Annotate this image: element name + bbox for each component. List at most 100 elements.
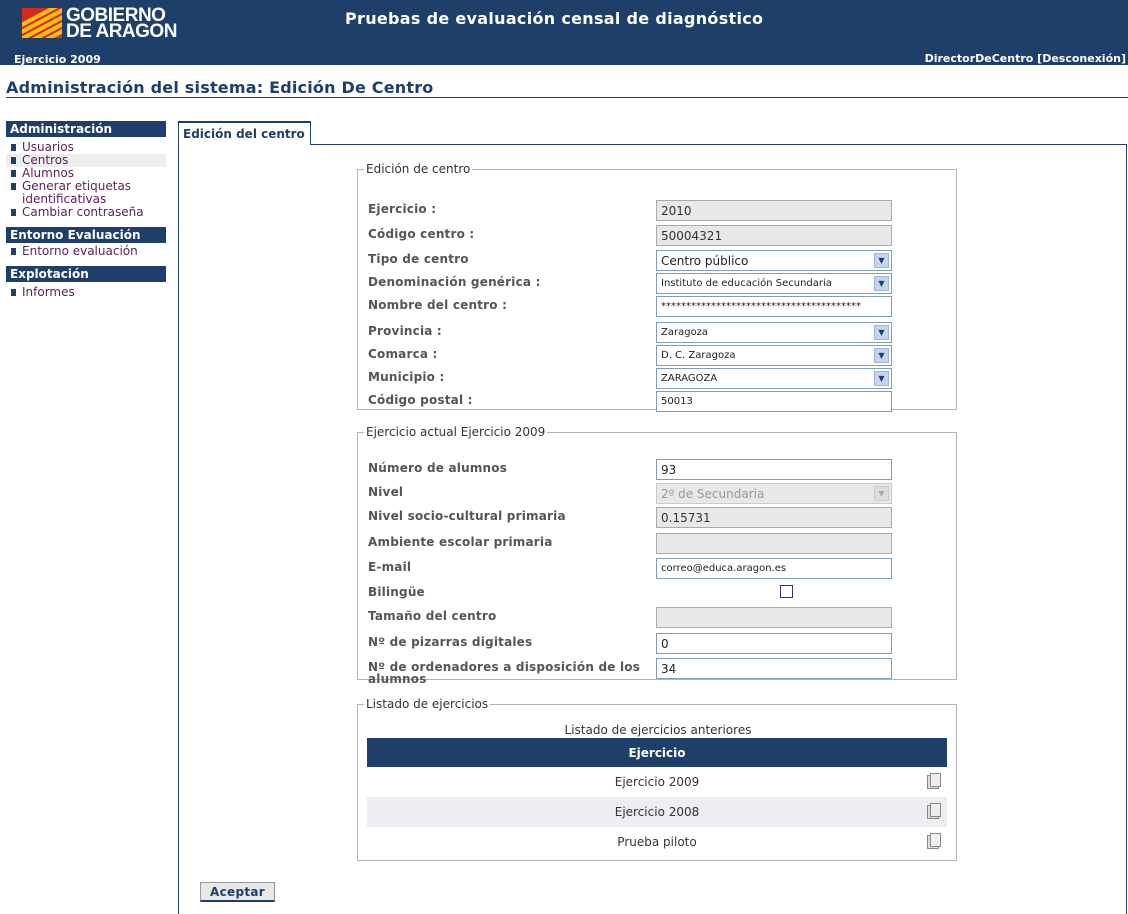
exercise-name: Ejercicio 2008 xyxy=(614,805,700,819)
field-label: Código centro : xyxy=(368,227,475,241)
tab-edicion-centro[interactable]: Edición del centro xyxy=(178,121,311,145)
row-pizarras: Nº de pizarras digitales 0 xyxy=(368,633,948,655)
bullet-icon xyxy=(11,157,16,164)
sidebar-item-informes[interactable]: Informes xyxy=(6,286,166,299)
field-label: Número de alumnos xyxy=(368,461,508,475)
row-ambiente: Ambiente escolar primaria xyxy=(368,533,948,555)
select-value: D. C. Zaragoza xyxy=(661,350,736,361)
sidebar-item-label: Entorno evaluación xyxy=(22,244,138,258)
numero-alumnos-input[interactable]: 93 xyxy=(656,459,892,480)
row-bilingue: Bilingüe xyxy=(368,583,948,605)
app-title: Pruebas de evaluación censal de diagnóst… xyxy=(345,9,764,28)
column-header-ejercicio: Ejercicio xyxy=(367,738,947,767)
row-tipo-centro: Tipo de centro Centro público ▼ xyxy=(368,250,948,272)
bullet-icon xyxy=(11,209,16,216)
bullet-icon xyxy=(11,170,16,177)
municipio-select[interactable]: ZARAGOZA ▼ xyxy=(656,368,892,389)
username: DirectorDeCentro xyxy=(924,52,1034,65)
row-numero-alumnos: Número de alumnos 93 xyxy=(368,459,948,481)
sidebar-item-entorno-evaluacion[interactable]: Entorno evaluación xyxy=(6,245,166,258)
sidebar-item-label: Centros xyxy=(22,153,69,167)
chevron-down-icon: ▼ xyxy=(874,371,889,386)
page-title: Administración del sistema: Edición De C… xyxy=(6,78,434,97)
field-label: Comarca : xyxy=(368,347,438,361)
provincia-select[interactable]: Zaragoza ▼ xyxy=(656,322,892,343)
document-icon[interactable] xyxy=(927,833,941,849)
field-label: Denominación genérica : xyxy=(368,275,541,289)
field-label: Provincia : xyxy=(368,324,442,338)
tipo-centro-select[interactable]: Centro público ▼ xyxy=(656,250,892,271)
select-value: 2º de Secundaria xyxy=(661,487,765,501)
pizarras-input[interactable]: 0 xyxy=(656,633,892,654)
row-codigo-postal: Código postal : 50013 xyxy=(368,391,948,413)
nivel-select: 2º de Secundaria ▼ xyxy=(656,483,892,504)
sidebar-group-admin: Administración sistema Usuarios Centros … xyxy=(6,121,166,219)
table-row: Prueba piloto xyxy=(367,827,947,857)
logout-link[interactable]: [Desconexión] xyxy=(1037,52,1126,65)
edit-center-legend: Edición de centro xyxy=(366,162,471,176)
row-codigo-centro: Código centro : 50004321 xyxy=(368,225,948,247)
field-label: Nivel xyxy=(368,485,404,499)
current-exercise-fieldset: Ejercicio actual Ejercicio 2009 Número d… xyxy=(357,425,957,685)
comarca-select[interactable]: D. C. Zaragoza ▼ xyxy=(656,345,892,366)
tamano-field xyxy=(656,607,892,628)
edit-center-fieldset: Edición de centro Ejercicio : 2010 Códig… xyxy=(357,162,957,413)
chevron-down-icon: ▼ xyxy=(874,348,889,363)
nombre-centro-input[interactable]: **************************************** xyxy=(656,296,892,317)
field-label: Bilingüe xyxy=(368,585,425,599)
chevron-down-icon: ▼ xyxy=(874,486,889,501)
document-icon[interactable] xyxy=(927,803,941,819)
logo-text-line2: DE ARAGON xyxy=(66,21,177,42)
sidebar-item-label: Cambiar contraseña xyxy=(22,205,144,219)
chevron-down-icon: ▼ xyxy=(874,253,889,268)
sidebar-item-cambiar-contrasena[interactable]: Cambiar contraseña xyxy=(6,206,166,219)
field-label: Nombre del centro : xyxy=(368,298,508,312)
ejercicio-field: 2010 xyxy=(656,200,892,221)
accept-button[interactable]: Aceptar xyxy=(200,882,275,902)
sidebar-item-label: Usuarios xyxy=(22,140,74,154)
chevron-down-icon: ▼ xyxy=(874,276,889,291)
bullet-icon xyxy=(11,248,16,255)
field-label: Nº de ordenadores a disposición de los a… xyxy=(368,660,641,686)
exercises-fieldset: Listado de ejercicios Listado de ejercic… xyxy=(357,697,957,861)
sidebar-header-admin: Administración sistema xyxy=(6,121,166,150)
field-label: Código postal : xyxy=(368,393,473,407)
title-divider xyxy=(6,97,1128,98)
table-row: Ejercicio 2008 xyxy=(367,797,947,827)
email-input[interactable]: correo@educa.aragon.es xyxy=(656,558,892,579)
row-provincia: Provincia : Zaragoza ▼ xyxy=(368,322,948,344)
bilingue-checkbox[interactable] xyxy=(780,585,793,598)
select-value: Centro público xyxy=(661,254,749,268)
codigo-centro-field: 50004321 xyxy=(656,225,892,246)
select-value: Instituto de educación Secundaria xyxy=(661,278,832,289)
sidebar-group-entorno: Entorno Evaluación Entorno evaluación xyxy=(6,227,166,258)
sidebar-item-label: Informes xyxy=(22,285,75,299)
document-icon[interactable] xyxy=(927,773,941,789)
sidebar-header-explotacion: Explotación xyxy=(6,266,166,282)
field-label: Tamaño del centro xyxy=(368,609,497,623)
row-comarca: Comarca : D. C. Zaragoza ▼ xyxy=(368,345,948,367)
chevron-down-icon: ▼ xyxy=(874,325,889,340)
field-label: Ambiente escolar primaria xyxy=(368,535,553,549)
bullet-icon xyxy=(11,144,16,151)
field-label: E-mail xyxy=(368,560,412,574)
aragon-flag-icon xyxy=(22,8,62,38)
row-nivel: Nivel 2º de Secundaria ▼ xyxy=(368,483,948,505)
sidebar-item-generar-etiquetas[interactable]: Generar etiquetas identificativas xyxy=(6,180,156,206)
sidebar-item-label: Alumnos xyxy=(22,166,75,180)
user-area: DirectorDeCentro [Desconexión] xyxy=(925,52,1126,65)
select-value: Zaragoza xyxy=(661,327,709,338)
ambiente-field xyxy=(656,533,892,554)
ordenadores-input[interactable]: 34 xyxy=(656,658,892,679)
bullet-icon xyxy=(11,289,16,296)
nivel-socio-field: 0.15731 xyxy=(656,507,892,528)
exercises-table-caption: Listado de ejercicios anteriores xyxy=(564,723,752,737)
denominacion-select[interactable]: Instituto de educación Secundaria ▼ xyxy=(656,273,892,294)
row-ejercicio: Ejercicio : 2010 xyxy=(368,200,948,222)
gobierno-aragon-logo: GOBIERNO DE ARAGON xyxy=(22,6,182,42)
row-ordenadores: Nº de ordenadores a disposición de los a… xyxy=(368,658,948,685)
codigo-postal-input[interactable]: 50013 xyxy=(656,391,892,412)
sidebar-item-label: Generar etiquetas identificativas xyxy=(22,179,132,206)
row-tamano: Tamaño del centro xyxy=(368,607,948,629)
app-header: GOBIERNO DE ARAGON Pruebas de evaluación… xyxy=(0,0,1128,52)
